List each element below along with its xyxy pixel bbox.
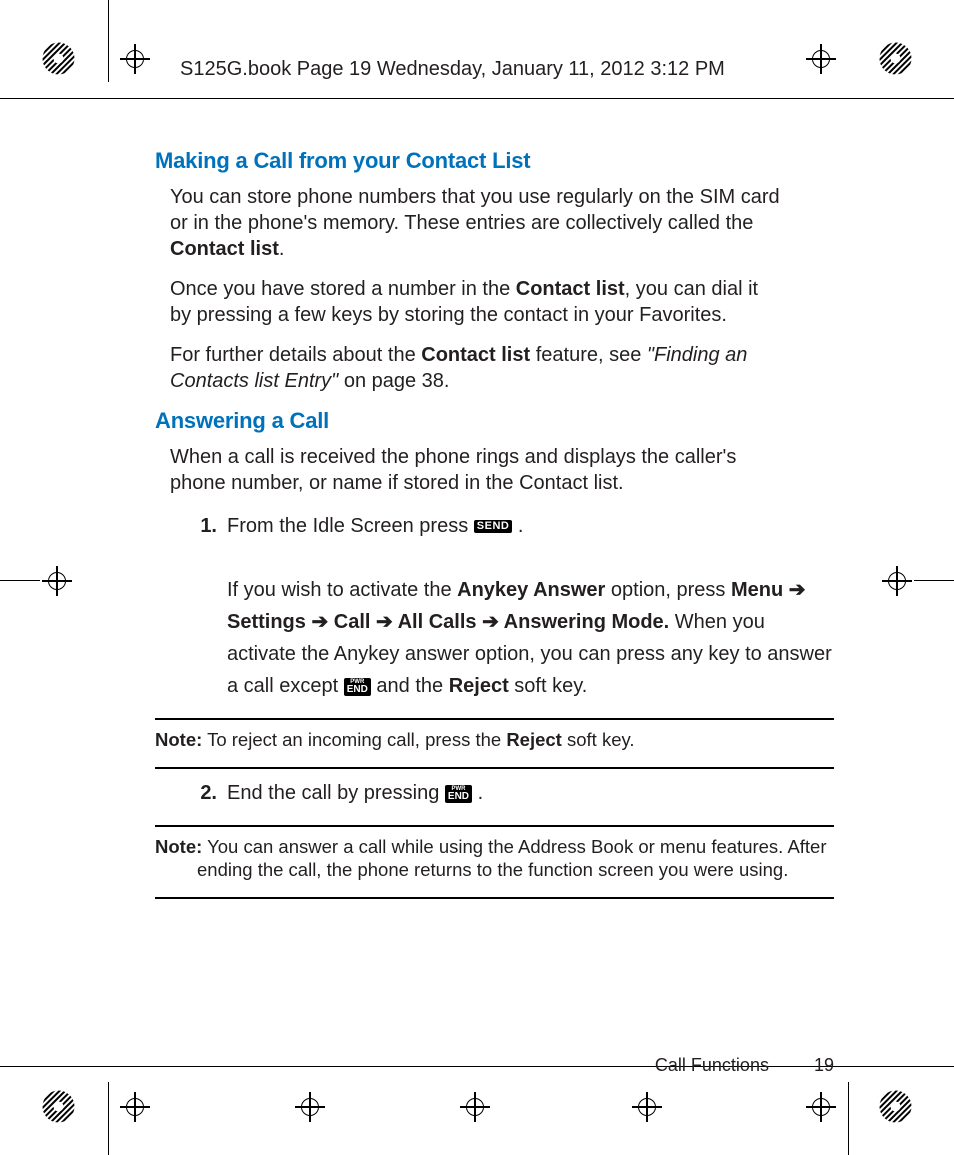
section-title: Answering a Call — [155, 408, 829, 434]
page: S125G.book Page 19 Wednesday, January 11… — [0, 0, 954, 1155]
text: End the call by pressing — [227, 782, 445, 804]
registration-mark-icon — [42, 42, 75, 75]
print-header: S125G.book Page 19 Wednesday, January 11… — [180, 58, 725, 81]
crosshair-icon — [120, 1092, 150, 1122]
content: Making a Call from your Contact List You… — [0, 148, 954, 899]
end-key-icon: PWREND — [344, 678, 371, 696]
menu-path: All Calls — [398, 611, 477, 633]
text: . — [279, 238, 285, 260]
text: From the Idle Screen press — [227, 515, 474, 537]
section-title: Making a Call from your Contact List — [155, 148, 829, 174]
registration-mark-icon — [42, 1090, 75, 1123]
note-label: Note: — [155, 729, 202, 750]
term: Reject — [506, 729, 562, 750]
text: For further details about the — [170, 344, 421, 366]
text: on page 38. — [338, 370, 449, 392]
paragraph: For further details about the Contact li… — [170, 342, 784, 394]
note-rule — [155, 825, 834, 827]
footer: Call Functions 19 — [655, 1055, 834, 1076]
text: option, press — [605, 579, 731, 601]
menu-path: Settings — [227, 611, 306, 633]
crosshair-icon — [806, 1092, 836, 1122]
key-label: END — [448, 792, 469, 802]
text: soft key. — [509, 675, 588, 697]
crosshair-icon — [460, 1092, 490, 1122]
arrow-icon: ➔ — [306, 611, 334, 633]
text: Once you have stored a number in the — [170, 278, 516, 300]
step-body: End the call by pressing PWREND . — [227, 777, 834, 809]
note: Note: To reject an incoming call, press … — [155, 728, 834, 751]
term: Contact list — [421, 344, 530, 366]
list-item: 1. From the Idle Screen press SEND . If … — [185, 510, 834, 702]
registration-mark-icon — [879, 1090, 912, 1123]
note-label: Note: — [155, 836, 202, 857]
term: Contact list — [516, 278, 625, 300]
paragraph: When a call is received the phone rings … — [170, 444, 784, 496]
menu-path: Call — [334, 611, 371, 633]
crop-line — [108, 0, 109, 82]
menu-path: Menu — [731, 579, 783, 601]
crosshair-icon — [806, 44, 836, 74]
crop-line — [848, 1082, 849, 1155]
list-item: 2. End the call by pressing PWREND . — [185, 777, 834, 809]
crop-line — [0, 98, 954, 99]
key-label: END — [347, 685, 368, 695]
text: To reject an incoming call, press the — [202, 729, 506, 750]
end-key-icon: PWREND — [445, 785, 472, 803]
text: When a call is received the phone rings … — [170, 446, 736, 494]
text: You can store phone numbers that you use… — [170, 186, 780, 234]
note: Note: You can answer a call while using … — [155, 835, 834, 881]
menu-path: Answering Mode. — [504, 611, 670, 633]
text: . — [518, 515, 524, 537]
note-rule — [155, 897, 834, 899]
note-rule — [155, 718, 834, 720]
step-number: 1. — [185, 510, 217, 702]
registration-mark-icon — [879, 42, 912, 75]
paragraph: Once you have stored a number in the Con… — [170, 276, 784, 328]
arrow-icon: ➔ — [783, 579, 805, 601]
page-number: 19 — [814, 1055, 834, 1075]
footer-section: Call Functions — [655, 1055, 769, 1075]
arrow-icon: ➔ — [477, 611, 504, 633]
text: . — [478, 782, 484, 804]
crop-line — [108, 1082, 109, 1155]
text: soft key. — [562, 729, 635, 750]
note-rule — [155, 767, 834, 769]
step-body: From the Idle Screen press SEND . If you… — [227, 510, 834, 702]
term: Anykey Answer — [457, 579, 605, 601]
send-key-icon: SEND — [474, 520, 513, 533]
text: If you wish to activate the — [227, 579, 457, 601]
arrow-icon: ➔ — [370, 611, 397, 633]
text: feature, see — [530, 344, 647, 366]
term: Reject — [449, 675, 509, 697]
crosshair-icon — [120, 44, 150, 74]
crosshair-icon — [632, 1092, 662, 1122]
step-number: 2. — [185, 777, 217, 809]
text: You can answer a call while using the Ad… — [197, 836, 827, 880]
key-label: SEND — [477, 521, 510, 532]
crosshair-icon — [295, 1092, 325, 1122]
term: Contact list — [170, 238, 279, 260]
text: and the — [376, 675, 448, 697]
paragraph: You can store phone numbers that you use… — [170, 184, 784, 262]
